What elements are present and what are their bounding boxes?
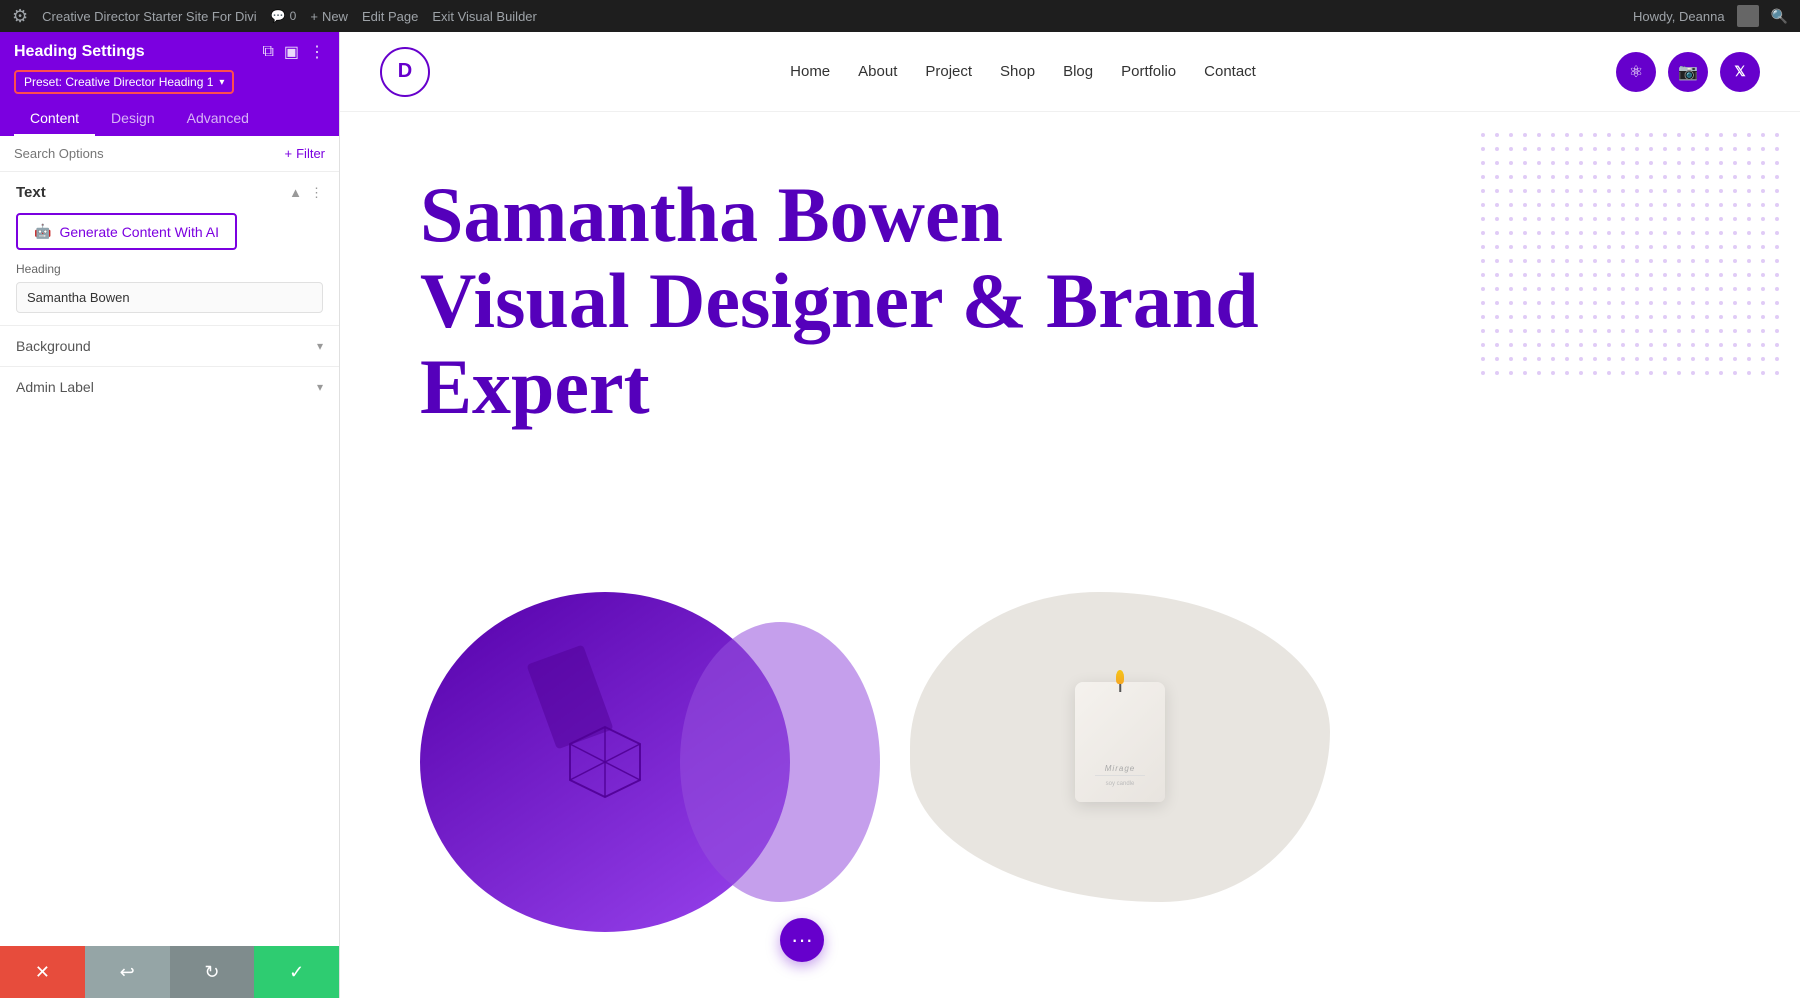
social-instagram-button[interactable]: 📷 xyxy=(1668,52,1708,92)
avatar xyxy=(1737,5,1759,27)
nav-links: Home About Project Shop Blog Portfolio C… xyxy=(790,63,1256,80)
heading-input[interactable] xyxy=(16,282,323,313)
hero-section: Samantha Bowen Visual Designer & Brand E… xyxy=(340,112,1800,592)
admin-label-title: Admin Label xyxy=(16,379,94,395)
exit-builder-link[interactable]: Exit Visual Builder xyxy=(432,9,537,24)
ai-generate-button[interactable]: 🤖 Generate Content With AI xyxy=(16,213,237,250)
candle-body: Mirage soy candle xyxy=(1075,682,1165,802)
candle-blob: Mirage soy candle xyxy=(910,592,1330,902)
search-input[interactable] xyxy=(14,146,277,161)
hero-line1: Samantha Bowen xyxy=(420,171,1003,258)
edit-page-link[interactable]: Edit Page xyxy=(362,9,418,24)
nav-home[interactable]: Home xyxy=(790,63,830,80)
ai-icon: 🤖 xyxy=(34,223,51,240)
duplicate-icon[interactable]: ⧉ xyxy=(262,43,273,61)
site-name[interactable]: Creative Director Starter Site For Divi xyxy=(42,9,257,24)
new-link[interactable]: + New xyxy=(310,9,348,24)
nav-about[interactable]: About xyxy=(858,63,897,80)
save-button[interactable]: ✓ xyxy=(254,946,339,998)
plus-icon: + xyxy=(285,146,293,161)
bottom-action-bar: ✕ ↩ ↻ ✓ xyxy=(0,946,339,998)
candle-wick xyxy=(1119,684,1121,692)
panel-title: Heading Settings xyxy=(14,43,145,61)
nav-social: ⚛ 📷 𝕏 xyxy=(1616,52,1760,92)
comment-bubble[interactable]: 💬 0 xyxy=(271,9,297,23)
panel-content: Text ▲ ⋮ 🤖 Generate Content With AI Head… xyxy=(0,172,339,946)
chevron-down-icon: ▾ xyxy=(219,77,224,88)
redo-button[interactable]: ↻ xyxy=(170,946,255,998)
portfolio-item-candle: Mirage soy candle xyxy=(910,592,1340,912)
tab-advanced[interactable]: Advanced xyxy=(171,102,265,136)
social-twitter-button[interactable]: 𝕏 xyxy=(1720,52,1760,92)
floating-action-button[interactable]: ··· xyxy=(780,918,824,962)
cancel-button[interactable]: ✕ xyxy=(0,946,85,998)
background-title: Background xyxy=(16,338,91,354)
candle-flame-icon xyxy=(1116,670,1124,684)
nav-shop[interactable]: Shop xyxy=(1000,63,1035,80)
candle-description: soy candle xyxy=(1106,780,1135,788)
portfolio-item-purple xyxy=(420,592,880,932)
social-dribble-button[interactable]: ⚛ xyxy=(1616,52,1656,92)
nav-project[interactable]: Project xyxy=(925,63,972,80)
heading-field-group: Heading xyxy=(0,262,339,325)
panel-tabs: Content Design Advanced xyxy=(0,102,339,136)
dots-decoration xyxy=(1480,132,1780,387)
panel-header: Heading Settings ⧉ ▣ ⋮ xyxy=(0,32,339,70)
hex-icon xyxy=(565,722,645,802)
collapse-icon[interactable]: ▲ xyxy=(289,185,302,200)
nav-contact[interactable]: Contact xyxy=(1204,63,1256,80)
search-icon[interactable]: 🔍 xyxy=(1771,8,1788,25)
search-bar: + Filter xyxy=(0,136,339,172)
nav-blog[interactable]: Blog xyxy=(1063,63,1093,80)
undo-button[interactable]: ↩ xyxy=(85,946,170,998)
preset-bar: Preset: Creative Director Heading 1 ▾ xyxy=(0,70,339,102)
layout-icon[interactable]: ▣ xyxy=(284,42,299,62)
candle-jar: Mirage soy candle xyxy=(1075,682,1165,812)
canvas: D Home About Project Shop Blog Portfolio… xyxy=(340,32,1800,998)
ai-button-label: Generate Content With AI xyxy=(59,224,219,240)
admin-bar: ⚙ Creative Director Starter Site For Div… xyxy=(0,0,1800,32)
hero-line3: Expert xyxy=(420,343,650,430)
heading-label: Heading xyxy=(16,262,323,276)
howdy-text: Howdy, Deanna xyxy=(1633,9,1725,24)
tab-design[interactable]: Design xyxy=(95,102,171,136)
portfolio-section: Mirage soy candle ··· xyxy=(340,592,1800,972)
tab-content[interactable]: Content xyxy=(14,102,95,136)
settings-panel: Heading Settings ⧉ ▣ ⋮ Preset: Creative … xyxy=(0,32,340,998)
preset-label: Preset: Creative Director Heading 1 xyxy=(24,75,213,89)
candle-brand-text: Mirage xyxy=(1105,764,1135,773)
nav-portfolio[interactable]: Portfolio xyxy=(1121,63,1176,80)
portfolio-blob-light xyxy=(680,622,880,902)
site-navigation: D Home About Project Shop Blog Portfolio… xyxy=(340,32,1800,112)
candle-divider xyxy=(1095,775,1145,776)
text-section-title: Text xyxy=(16,184,46,201)
section-more-icon[interactable]: ⋮ xyxy=(310,185,323,201)
hero-line2: Visual Designer & Brand xyxy=(420,257,1259,344)
more-icon[interactable]: ⋮ xyxy=(309,42,325,62)
hero-heading: Samantha Bowen Visual Designer & Brand E… xyxy=(420,172,1270,429)
filter-button[interactable]: + Filter xyxy=(285,146,325,161)
wp-logo-icon[interactable]: ⚙ xyxy=(12,6,28,27)
preset-selector[interactable]: Preset: Creative Director Heading 1 ▾ xyxy=(14,70,234,94)
background-section[interactable]: Background ▾ xyxy=(0,325,339,366)
admin-label-chevron-icon: ▾ xyxy=(317,380,323,394)
text-section-header[interactable]: Text ▲ ⋮ xyxy=(0,172,339,209)
site-logo[interactable]: D xyxy=(380,47,430,97)
background-chevron-icon: ▾ xyxy=(317,339,323,353)
admin-label-section[interactable]: Admin Label ▾ xyxy=(0,366,339,407)
